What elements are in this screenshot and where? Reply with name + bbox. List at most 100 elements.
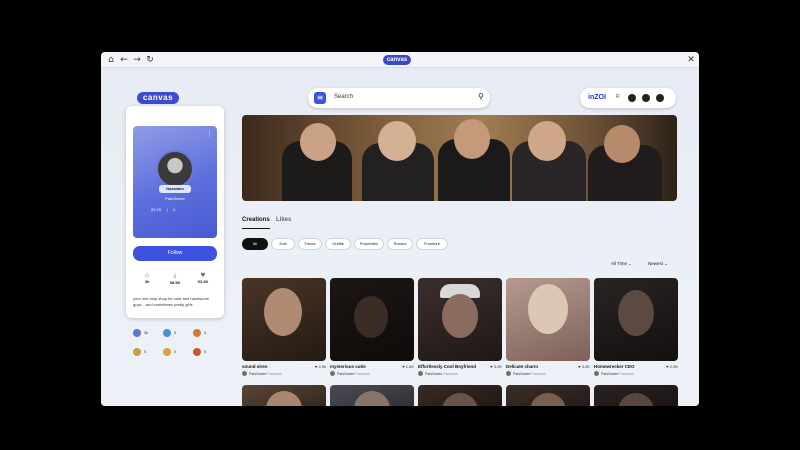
card-author[interactable]: ParkSubee Favorites bbox=[513, 372, 546, 376]
home-icon[interactable]: ⌂ bbox=[105, 54, 117, 66]
card-author[interactable]: ParkSubee Favorites bbox=[337, 372, 370, 376]
card-meta: Effortlessly Cool Boyfriend ♥ 3.0K ParkS… bbox=[418, 364, 502, 380]
card-face bbox=[354, 391, 390, 406]
card-likes: ♥ 1.6K bbox=[402, 364, 414, 369]
profile-handle: ParkSubee bbox=[165, 196, 185, 201]
card-title[interactable]: sound siren bbox=[242, 364, 268, 369]
filter-rooms[interactable]: Rooms bbox=[387, 238, 413, 250]
brand-logo[interactable]: canvas bbox=[137, 92, 179, 104]
bell-icon[interactable] bbox=[642, 94, 650, 102]
search-bar[interactable]: ≡ Search ⚲ bbox=[308, 88, 490, 108]
profile-nameplate: Nazadam bbox=[159, 185, 191, 193]
author-avatar bbox=[242, 371, 247, 376]
card-title[interactable]: mysterious cutie bbox=[330, 364, 366, 369]
creation-card[interactable] bbox=[594, 278, 678, 361]
author-avatar bbox=[594, 371, 599, 376]
creation-card[interactable] bbox=[242, 385, 326, 406]
reload-icon[interactable]: ↻ bbox=[144, 54, 156, 66]
creation-card[interactable] bbox=[330, 385, 414, 406]
likes-count: 3.0K bbox=[493, 364, 502, 369]
card-meta: mysterious cutie ♥ 1.6K ParkSubee Favori… bbox=[330, 364, 414, 380]
author-avatar bbox=[330, 371, 335, 376]
inzoi-logo[interactable]: inZOI bbox=[588, 94, 606, 101]
creation-card[interactable] bbox=[594, 385, 678, 406]
banner-face bbox=[528, 121, 566, 161]
filter-properties[interactable]: Properties bbox=[354, 238, 384, 250]
profile-bio: your one stop shop for cute and handsome… bbox=[133, 296, 210, 307]
card-author[interactable]: ParkSubee Favorites bbox=[249, 372, 282, 376]
badge[interactable]: 0 bbox=[193, 347, 213, 357]
downloads-icon: ⤓ bbox=[173, 272, 177, 279]
settings-icon[interactable] bbox=[656, 94, 664, 102]
tab-likes[interactable]: Likes bbox=[276, 217, 291, 223]
likes-count: 1.6K bbox=[405, 364, 414, 369]
creation-card[interactable] bbox=[506, 278, 590, 361]
sort-order-label: Newest bbox=[648, 261, 664, 266]
profile-icon[interactable] bbox=[628, 94, 636, 102]
card-likes: ♥ 4.9k bbox=[314, 364, 326, 369]
tab-creations[interactable]: Creations bbox=[242, 217, 270, 223]
search-input[interactable]: Search bbox=[334, 94, 353, 100]
card-face bbox=[264, 288, 302, 336]
card-title[interactable]: Homewrecker CEO bbox=[594, 364, 635, 369]
divider: | bbox=[166, 207, 168, 212]
profile-stats: ◇ 3k ⤓ 98.5K ♥ 53.3K bbox=[133, 272, 217, 292]
badge[interactable]: 3k bbox=[133, 328, 153, 338]
creation-card[interactable] bbox=[418, 385, 502, 406]
avatar bbox=[156, 150, 194, 188]
likes-count: 2.9K bbox=[669, 364, 678, 369]
arrow-right-icon[interactable]: → bbox=[131, 54, 143, 66]
card-likes: ♥ 2.9K bbox=[666, 364, 678, 369]
card-face bbox=[266, 391, 302, 406]
badge[interactable]: 0 bbox=[133, 347, 153, 357]
filter-faces[interactable]: Faces bbox=[298, 238, 322, 250]
banner-face bbox=[604, 125, 640, 163]
search-icon[interactable]: ⚲ bbox=[478, 92, 484, 101]
filter-zois[interactable]: Zois bbox=[271, 238, 295, 250]
creation-card[interactable] bbox=[330, 278, 414, 361]
menu-icon[interactable]: ≡ bbox=[314, 92, 326, 104]
banner-face bbox=[300, 123, 336, 161]
badge[interactable]: 0 bbox=[163, 347, 183, 357]
filter-all[interactable]: All bbox=[242, 238, 268, 250]
arrow-left-icon[interactable]: ← bbox=[118, 54, 130, 66]
card-face bbox=[530, 393, 566, 406]
author-tag: Favorites bbox=[531, 372, 546, 376]
badge-icon bbox=[193, 328, 201, 337]
card-likes: ♥ 3.0K bbox=[490, 364, 502, 369]
author-tag: Favorites bbox=[267, 372, 282, 376]
card-meta: Delicate charm ♥ 3.0K ParkSubee Favorite… bbox=[506, 364, 590, 380]
close-icon[interactable]: ✕ bbox=[685, 54, 697, 66]
sort-order-dropdown[interactable]: Newest ⌄ bbox=[648, 261, 668, 267]
card-face bbox=[618, 393, 654, 406]
author-tag: Favorites bbox=[355, 372, 370, 376]
author-avatar bbox=[418, 371, 423, 376]
profile-card: ⋮ Nazadam ParkSubee 20.7K | 4 Follow ◇ 3… bbox=[126, 106, 224, 318]
author-name: ParkSubee bbox=[249, 372, 267, 376]
badge[interactable]: 0 bbox=[193, 328, 213, 338]
card-title[interactable]: Delicate charm bbox=[506, 364, 538, 369]
creation-card[interactable] bbox=[506, 385, 590, 406]
author-tag: Favorites bbox=[619, 372, 634, 376]
time-filter-label: All Time bbox=[611, 261, 628, 266]
time-filter-dropdown[interactable]: All Time ⌄ bbox=[611, 261, 632, 267]
more-options-icon[interactable]: ⋮ bbox=[206, 130, 213, 138]
stat-value: 53.3K bbox=[197, 279, 209, 284]
card-face bbox=[442, 393, 478, 406]
card-meta: sound siren ♥ 4.9k ParkSubee Favorites bbox=[242, 364, 326, 380]
stat-likes: ♥ 53.3K bbox=[189, 272, 217, 284]
card-author[interactable]: ParkSubee Favorites bbox=[425, 372, 458, 376]
follow-button[interactable]: Follow bbox=[133, 246, 217, 261]
hero-stats: 20.7K | 4 bbox=[151, 206, 201, 214]
following-count: 4 bbox=[172, 207, 175, 212]
card-title[interactable]: Effortlessly Cool Boyfriend bbox=[418, 364, 476, 369]
card-author[interactable]: ParkSubee Favorites bbox=[601, 372, 634, 376]
creation-card[interactable] bbox=[418, 278, 502, 361]
filter-furniture[interactable]: Furniture bbox=[416, 238, 448, 250]
badge-icon bbox=[163, 347, 171, 356]
badge[interactable]: 0 bbox=[163, 328, 183, 338]
banner-face bbox=[378, 121, 416, 161]
active-tab-indicator bbox=[242, 228, 270, 229]
filter-outfits[interactable]: Outfits bbox=[325, 238, 351, 250]
creation-card[interactable] bbox=[242, 278, 326, 361]
